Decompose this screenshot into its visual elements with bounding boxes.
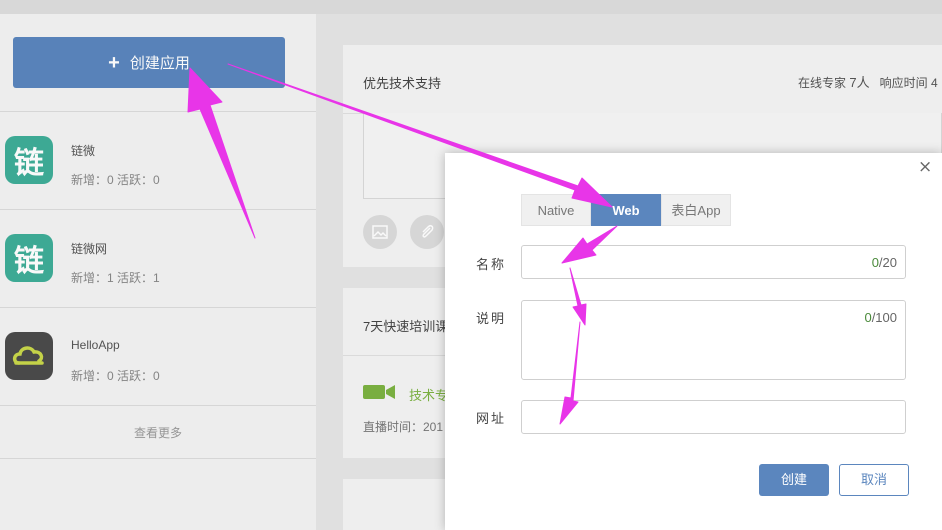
- url-input[interactable]: [521, 400, 906, 434]
- create-button[interactable]: 创建: [759, 464, 829, 496]
- name-input[interactable]: 0/20: [521, 245, 906, 279]
- close-icon[interactable]: ×: [918, 157, 932, 177]
- name-char-count: 0/20: [871, 255, 897, 270]
- name-label: 名称: [476, 257, 507, 272]
- description-char-count: 0/100: [864, 310, 897, 325]
- url-label: 网址: [476, 411, 507, 426]
- tab-native[interactable]: Native: [521, 194, 591, 226]
- tab-web[interactable]: Web: [591, 194, 661, 226]
- platform-tabs: Native Web 表白App: [521, 194, 731, 226]
- create-app-dialog: × Native Web 表白App 名称 0/20 说明 0/100 网址 创…: [445, 153, 942, 530]
- tab-biaobai-app[interactable]: 表白App: [661, 194, 731, 226]
- description-textarea[interactable]: 0/100: [521, 300, 906, 380]
- description-label: 说明: [476, 311, 507, 326]
- cancel-button[interactable]: 取消: [839, 464, 909, 496]
